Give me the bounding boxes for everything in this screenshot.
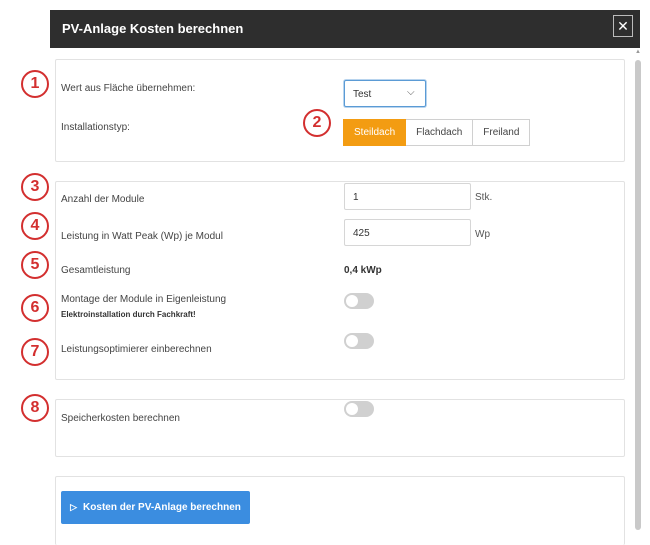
chevron-down-icon: ⌵	[407, 87, 415, 98]
modules-count-label: Anzahl der Module	[61, 194, 145, 205]
install-option-flachdach[interactable]: Flachdach	[406, 119, 474, 146]
badge-6: 6	[21, 294, 49, 322]
area-label: Wert aus Fläche übernehmen:	[61, 83, 196, 94]
pv-cost-modal: PV-Anlage Kosten berechnen ✕ Wert aus Fl…	[50, 10, 640, 545]
toggle-knob	[346, 295, 358, 307]
install-type-label: Installationstyp:	[61, 122, 130, 133]
storage-section	[55, 399, 625, 457]
calculate-costs-button[interactable]: ▷ Kosten der PV-Anlage berechnen	[61, 491, 250, 524]
install-type-segmented: Steildach Flachdach Freiland	[343, 119, 531, 146]
badge-8: 8	[21, 394, 49, 422]
total-power-value: 0,4 kWp	[344, 265, 382, 276]
modal-header: PV-Anlage Kosten berechnen ✕	[50, 10, 640, 48]
calculate-costs-label: Kosten der PV-Anlage berechnen	[83, 502, 241, 513]
badge-1: 1	[21, 70, 49, 98]
optimizer-toggle[interactable]	[344, 333, 374, 349]
install-option-steildach[interactable]: Steildach	[343, 119, 407, 146]
module-power-value: 425	[353, 228, 370, 239]
self-install-note: Elektroinstallation durch Fachkraft!	[61, 310, 196, 319]
area-select[interactable]: Test ⌵	[344, 80, 426, 107]
modules-count-value: 1	[353, 192, 359, 203]
badge-2: 2	[303, 109, 331, 137]
area-select-value: Test	[353, 89, 372, 100]
self-install-toggle[interactable]	[344, 293, 374, 309]
module-power-label: Leistung in Watt Peak (Wp) je Modul	[61, 231, 223, 242]
modules-unit: Stk.	[475, 192, 493, 203]
optimizer-label: Leistungsoptimierer einberechnen	[61, 344, 212, 355]
storage-toggle[interactable]	[344, 401, 374, 417]
toggle-knob	[346, 403, 358, 415]
install-option-freiland[interactable]: Freiland	[473, 119, 531, 146]
scrollbar[interactable]: ▲	[634, 48, 642, 535]
modal-title: PV-Anlage Kosten berechnen	[62, 21, 244, 36]
play-icon: ▷	[70, 502, 78, 512]
badge-5: 5	[21, 251, 49, 279]
badge-3: 3	[21, 173, 49, 201]
total-power-label: Gesamtleistung	[61, 265, 131, 276]
scroll-up-icon[interactable]: ▲	[634, 48, 642, 56]
close-button[interactable]: ✕	[613, 15, 633, 37]
self-install-label: Montage der Module in Eigenleistung	[61, 294, 227, 305]
area-section	[55, 59, 625, 162]
storage-label: Speicherkosten berechnen	[61, 413, 180, 424]
module-power-input[interactable]: 425	[344, 219, 471, 246]
toggle-knob	[346, 335, 358, 347]
scrollbar-thumb[interactable]	[635, 60, 641, 530]
modules-count-input[interactable]: 1	[344, 183, 471, 210]
badge-4: 4	[21, 212, 49, 240]
badge-7: 7	[21, 338, 49, 366]
module-power-unit: Wp	[475, 229, 490, 240]
